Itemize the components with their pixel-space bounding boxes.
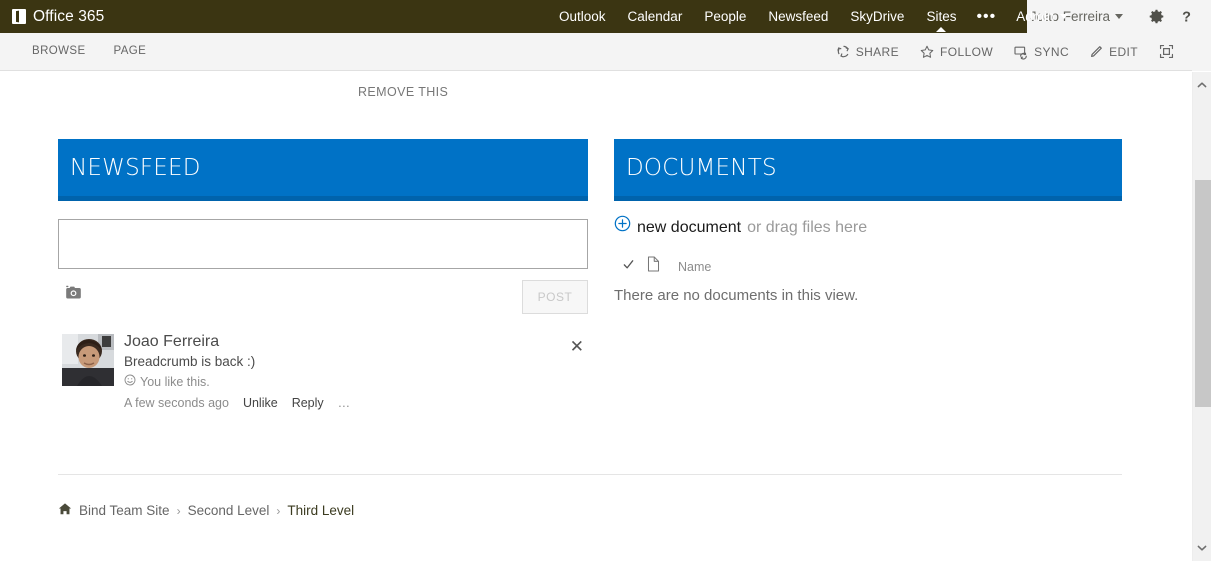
- drag-files-hint: or drag files here: [747, 218, 868, 236]
- post-unlike-link[interactable]: Unlike: [243, 393, 278, 413]
- documents-empty-message: There are no documents in this view.: [614, 287, 859, 304]
- ribbon-tabs: BROWSE PAGE: [18, 33, 160, 70]
- vertical-scrollbar[interactable]: [1192, 72, 1211, 561]
- scrollbar-thumb[interactable]: [1195, 180, 1211, 407]
- user-photo-avatar[interactable]: [62, 334, 114, 386]
- chevron-down-icon: [1115, 14, 1123, 19]
- suite-nav-outlook[interactable]: Outlook: [548, 0, 617, 33]
- ribbon-bar: BROWSE PAGE SHARE FOLLOW SYNC EDIT: [0, 33, 1192, 71]
- breadcrumb-separator: ›: [176, 503, 181, 518]
- suite-nav-admin-label: Admin: [1016, 9, 1055, 24]
- ribbon-actions: SHARE FOLLOW SYNC EDIT: [827, 33, 1192, 70]
- suite-nav-sites[interactable]: Sites: [915, 0, 967, 33]
- follow-label: FOLLOW: [940, 44, 994, 59]
- page-content: REMOVE THIS NEWSFEED POST ✕ Joao Ferreir…: [0, 72, 1192, 561]
- documents-column-header: Name: [614, 256, 1122, 277]
- breadcrumb-item-third-level: Third Level: [287, 503, 355, 518]
- help-question-icon[interactable]: ?: [1173, 4, 1199, 30]
- new-document-link[interactable]: new document: [637, 216, 741, 240]
- sync-button[interactable]: SYNC: [1004, 33, 1078, 70]
- breadcrumb-separator: ›: [276, 503, 281, 518]
- documents-name-column-header[interactable]: Name: [678, 260, 711, 274]
- documents-header: DOCUMENTS: [614, 139, 1122, 201]
- edit-label: EDIT: [1109, 44, 1138, 59]
- office365-brand[interactable]: Office 365: [12, 8, 104, 26]
- focus-content-icon: [1158, 43, 1175, 60]
- breadcrumb: Bind Team Site › Second Level › Third Le…: [58, 502, 354, 519]
- document-icon[interactable]: [647, 256, 660, 277]
- documents-webpart: DOCUMENTS new document or drag files her…: [614, 139, 1122, 304]
- post-button[interactable]: POST: [522, 280, 588, 314]
- sync-label: SYNC: [1034, 44, 1070, 59]
- sync-icon: [1013, 44, 1029, 60]
- brand-label: Office 365: [33, 7, 105, 25]
- post-meta-row: A few seconds ago Unlike Reply …: [124, 393, 588, 413]
- suite-bar-dark-region: Office 365 Outlook Calendar People Newsf…: [0, 0, 1068, 33]
- focus-on-content-button[interactable]: [1149, 33, 1184, 70]
- chevron-down-icon: [1059, 14, 1068, 19]
- share-label: SHARE: [855, 44, 900, 59]
- home-icon[interactable]: [58, 502, 72, 519]
- breadcrumb-divider: [58, 474, 1122, 475]
- ribbon-tab-browse[interactable]: BROWSE: [18, 33, 100, 70]
- newsfeed-title: NEWSFEED: [70, 154, 201, 181]
- post-author-name[interactable]: Joao Ferreira: [124, 332, 588, 352]
- newsfeed-webpart: NEWSFEED POST ✕ Joao Ferreira Breadcrumb…: [58, 139, 588, 413]
- pencil-icon: [1089, 44, 1104, 59]
- checkmark-icon[interactable]: [622, 258, 635, 276]
- share-button[interactable]: SHARE: [827, 33, 908, 70]
- chevron-down-icon[interactable]: [1193, 539, 1211, 557]
- suite-nav-admin[interactable]: Admin: [1005, 0, 1078, 33]
- ribbon-tab-page[interactable]: PAGE: [100, 33, 161, 70]
- post-timestamp: A few seconds ago: [124, 396, 229, 410]
- office-logo-icon: [12, 9, 26, 24]
- close-icon[interactable]: ✕: [570, 338, 584, 355]
- suite-nav-calendar[interactable]: Calendar: [617, 0, 694, 33]
- feed-post-item: ✕ Joao Ferreira Breadcrumb is back :) Yo…: [58, 332, 588, 413]
- smiley-like-icon: [124, 372, 136, 392]
- breadcrumb-item-bind-team-site[interactable]: Bind Team Site: [79, 503, 170, 518]
- documents-title: DOCUMENTS: [626, 154, 777, 181]
- newsfeed-body: POST ✕ Joao Ferreira Breadcrumb is back …: [58, 201, 588, 413]
- suite-bar: Office 365 Outlook Calendar People Newsf…: [0, 0, 1211, 33]
- suite-nav-newsfeed[interactable]: Newsfeed: [757, 0, 839, 33]
- chevron-up-icon[interactable]: [1193, 76, 1211, 94]
- breadcrumb-item-second-level[interactable]: Second Level: [188, 503, 270, 518]
- new-document-row: new document or drag files here: [614, 215, 1122, 240]
- post-body-text: Breadcrumb is back :): [124, 354, 256, 369]
- post-more-actions[interactable]: …: [338, 393, 352, 413]
- newsfeed-header: NEWSFEED: [58, 139, 588, 201]
- edit-button[interactable]: EDIT: [1080, 33, 1147, 70]
- post-likes-text: You like this.: [140, 375, 210, 389]
- camera-icon[interactable]: [65, 285, 82, 305]
- suite-nav-skydrive[interactable]: SkyDrive: [839, 0, 915, 33]
- post-likes-row: You like this.: [124, 372, 588, 392]
- plus-circle-icon[interactable]: [614, 215, 631, 240]
- post-input[interactable]: [58, 219, 588, 269]
- documents-body: new document or drag files here Name The…: [614, 201, 1122, 304]
- share-icon: [836, 44, 851, 59]
- star-outline-icon: [919, 44, 935, 60]
- suite-nav: Outlook Calendar People Newsfeed SkyDriv…: [548, 0, 1079, 33]
- remove-this-link[interactable]: REMOVE THIS: [358, 85, 448, 99]
- svg-text:?: ?: [1182, 10, 1191, 25]
- gear-icon[interactable]: [1143, 4, 1169, 30]
- suite-nav-people[interactable]: People: [693, 0, 757, 33]
- post-toolbar: POST: [58, 280, 588, 324]
- ribbon-corner-filler: [1192, 33, 1211, 71]
- follow-button[interactable]: FOLLOW: [910, 33, 1002, 70]
- post-reply-link[interactable]: Reply: [292, 393, 324, 413]
- suite-nav-more[interactable]: •••: [967, 0, 1005, 33]
